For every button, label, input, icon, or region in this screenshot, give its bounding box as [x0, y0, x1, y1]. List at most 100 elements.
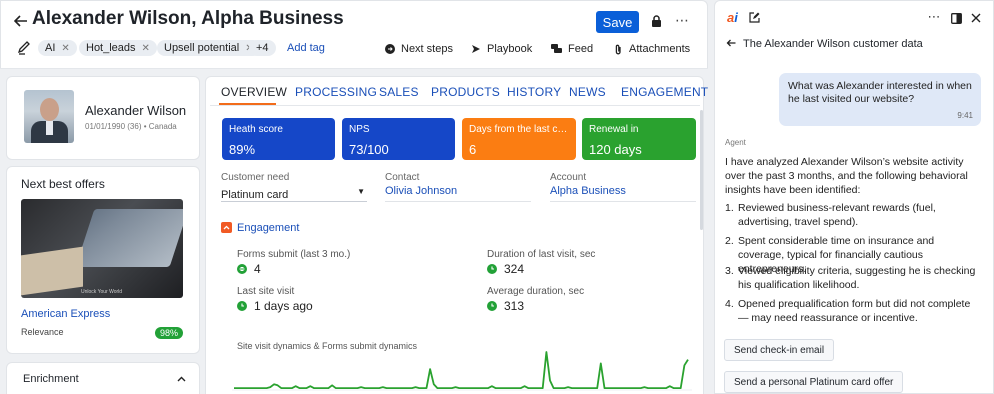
- customer-need-label: Customer need: [221, 172, 290, 183]
- close-icon[interactable]: ✕: [61, 43, 69, 54]
- kpi-label: Days from the last co...: [469, 124, 569, 135]
- tab-history[interactable]: HISTORY: [507, 85, 561, 99]
- contact-link[interactable]: Olivia Johnson: [385, 185, 457, 197]
- kpi-label: Renewal in: [589, 124, 639, 135]
- chat-icon: [551, 44, 562, 54]
- agent-list-item: 1. Reviewed business-relevant rewards (fu…: [725, 201, 980, 229]
- close-icon[interactable]: [970, 12, 982, 24]
- offer-image[interactable]: Unlock Your World: [21, 199, 183, 298]
- add-tag-link[interactable]: Add tag: [287, 42, 325, 54]
- tabs-divider: [210, 105, 700, 106]
- send-icon: [471, 44, 481, 54]
- scrollbar[interactable]: [700, 110, 703, 230]
- customer-need-select[interactable]: Platinum card ▼: [221, 185, 367, 202]
- more-options-icon[interactable]: ⋯: [927, 9, 941, 24]
- tab-processing[interactable]: PROCESSING: [295, 85, 377, 99]
- ai-logo-icon: ai: [727, 10, 738, 25]
- list-text: Opened prequalification form but did not…: [738, 298, 971, 324]
- feed-button[interactable]: Feed: [551, 43, 593, 55]
- profile-name: Alexander Wilson: [85, 103, 187, 118]
- kpi-value: 6: [469, 142, 477, 157]
- avatar-head: [40, 98, 59, 121]
- chevron-up-icon[interactable]: [175, 374, 187, 384]
- kpi-days-from-last-contact: Days from the last co... 6: [462, 118, 576, 160]
- list-text: Viewed eligibility criteria, suggesting …: [738, 265, 976, 291]
- pen-icon[interactable]: [17, 40, 31, 56]
- list-number: 4.: [725, 298, 734, 310]
- lock-icon[interactable]: [649, 14, 663, 28]
- user-message-text: What was Alexander interested in when he…: [788, 80, 972, 105]
- chart-series-line: [234, 351, 689, 389]
- back-arrow-icon[interactable]: [12, 12, 30, 30]
- user-message-bubble: What was Alexander interested in when he…: [779, 73, 981, 126]
- collapse-icon[interactable]: [221, 222, 232, 233]
- average-duration-metric: 313: [487, 299, 524, 313]
- arrow-circle-icon: [385, 44, 395, 54]
- tab-sales[interactable]: SALES: [379, 85, 419, 99]
- kpi-value: 89%: [229, 142, 256, 157]
- tab-overview[interactable]: OVERVIEW: [221, 85, 287, 99]
- kpi-nps: NPS 73/100: [342, 118, 455, 160]
- account-link[interactable]: Alpha Business: [550, 185, 626, 197]
- engagement-title[interactable]: Engagement: [237, 222, 299, 234]
- tag-chip[interactable]: Hot_leads ✕: [79, 40, 157, 56]
- tab-engagement[interactable]: ENGAGEMENT: [621, 85, 708, 99]
- last-site-visit-metric: 1 days ago: [237, 299, 313, 313]
- page-title: Alexander Wilson, Alpha Business: [32, 8, 344, 29]
- tag-label: AI: [45, 42, 56, 54]
- tag-label: Hot_leads: [86, 42, 136, 54]
- list-number: 1.: [725, 202, 734, 214]
- tab-news[interactable]: NEWS: [569, 85, 606, 99]
- panel-layout-icon[interactable]: [950, 12, 962, 24]
- offers-title: Next best offers: [21, 177, 105, 191]
- duration-metric: 324: [487, 262, 524, 276]
- more-tags-chip[interactable]: +4: [249, 40, 276, 56]
- attachments-button[interactable]: Attachments: [614, 43, 690, 55]
- close-icon[interactable]: ✕: [142, 43, 150, 54]
- kpi-label: NPS: [349, 124, 370, 135]
- feed-label: Feed: [568, 43, 594, 55]
- edit-icon[interactable]: [748, 11, 761, 24]
- next-steps-label: Next steps: [401, 43, 453, 55]
- offer-name-link[interactable]: American Express: [21, 308, 110, 320]
- account-label: Account: [550, 172, 587, 183]
- agent-list-item: 3. Viewed eligibility criteria, suggestin…: [725, 264, 980, 292]
- forms-submit-metric: 4: [237, 262, 261, 276]
- relevance-badge: 98%: [155, 327, 184, 339]
- tag-label: Upsell potential: [164, 42, 240, 54]
- relevance-label: Relevance: [21, 327, 64, 337]
- tag-chip[interactable]: Upsell potential✕: [157, 40, 261, 56]
- visit-dynamics-chart: [232, 351, 692, 391]
- next-steps-button[interactable]: Next steps: [385, 43, 453, 55]
- link-icon: [237, 264, 247, 274]
- offer-image-caption: Unlock Your World: [81, 289, 123, 295]
- attachments-label: Attachments: [629, 43, 691, 55]
- offer-image-tablet: [75, 209, 183, 267]
- playbook-label: Playbook: [487, 43, 533, 55]
- list-text: Reviewed business-relevant rewards (fuel…: [738, 202, 936, 228]
- kpi-value: 73/100: [349, 142, 389, 157]
- forms-submit-label: Forms submit (last 3 mo.): [237, 249, 351, 260]
- more-options-icon[interactable]: ⋯: [675, 12, 689, 28]
- tab-products[interactable]: PRODUCTS: [431, 85, 500, 99]
- agent-list-item: 4. Opened prequalification form but did n…: [725, 297, 980, 325]
- user-message-time: 9:41: [957, 111, 973, 120]
- enrichment-title[interactable]: Enrichment: [23, 373, 79, 385]
- profile-meta: 01/01/1990 (36) • Canada: [85, 122, 177, 131]
- forms-submit-value: 4: [254, 262, 261, 276]
- back-arrow-icon[interactable]: [725, 37, 737, 49]
- average-duration-value: 313: [504, 299, 525, 313]
- clock-icon: [487, 301, 497, 311]
- kpi-renewal: Renewal in 120 days: [582, 118, 696, 160]
- send-check-in-email-button[interactable]: Send check-in email: [724, 339, 835, 361]
- last-site-visit-value: 1 days ago: [254, 299, 313, 313]
- tag-chip[interactable]: AI ✕: [38, 40, 77, 56]
- clock-icon: [487, 264, 497, 274]
- save-button[interactable]: Save: [596, 11, 639, 33]
- customer-need-value: Platinum card: [221, 189, 289, 201]
- playbook-button[interactable]: Playbook: [471, 43, 532, 55]
- kpi-label: Heath score: [229, 124, 283, 135]
- send-platinum-offer-button[interactable]: Send a personal Platinum card offer: [724, 371, 904, 393]
- clock-icon: [237, 301, 247, 311]
- duration-value: 324: [504, 262, 525, 276]
